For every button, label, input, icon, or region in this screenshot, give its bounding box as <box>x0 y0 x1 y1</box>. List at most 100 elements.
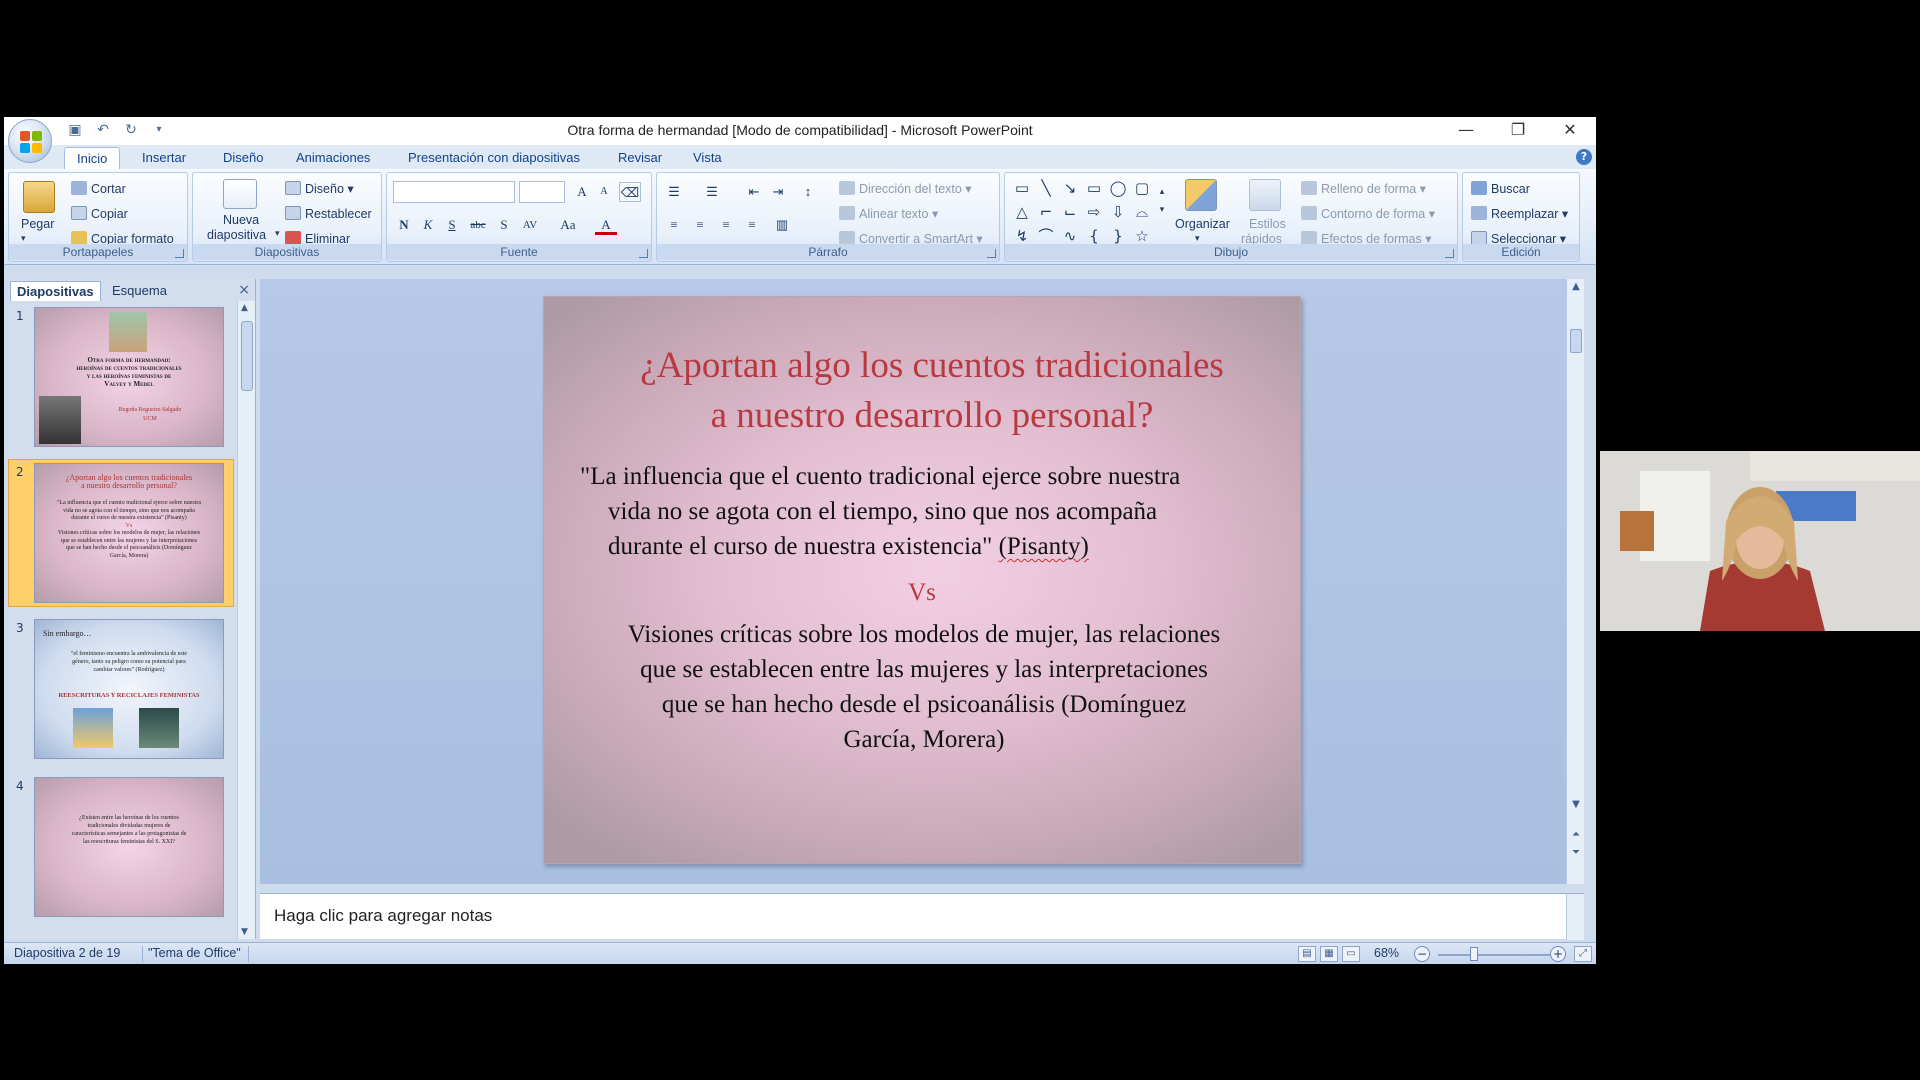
align-right-icon[interactable]: ≡ <box>715 215 737 235</box>
font-color-button[interactable]: A <box>595 215 617 235</box>
cut-button[interactable]: Cortar <box>71 181 126 196</box>
paste-dropdown-icon[interactable]: ▾ <box>21 233 26 244</box>
replace-button[interactable]: Reemplazar ▾ <box>1471 206 1568 221</box>
slide-title[interactable]: ¿Aportan algo los cuentos tradicionales … <box>584 341 1280 441</box>
arrange-dropdown-icon[interactable]: ▾ <box>1195 233 1200 244</box>
quick-styles-label-1[interactable]: Estilos <box>1249 217 1286 231</box>
layout-button[interactable]: Diseño ▾ <box>285 181 354 196</box>
panel-scrollbar[interactable]: ▲ ▼ <box>237 301 255 939</box>
scroll-down-icon[interactable]: ▼ <box>1569 799 1583 810</box>
freeform-shape-icon[interactable]: ⌓ <box>1133 203 1151 221</box>
new-slide-label-2[interactable]: diapositiva <box>207 228 266 242</box>
zoom-level[interactable]: 68% <box>1374 946 1399 960</box>
next-slide-icon[interactable]: ⏷ <box>1569 847 1583 858</box>
notes-scrollbar[interactable] <box>1566 894 1584 940</box>
align-left-icon[interactable]: ≡ <box>663 215 685 235</box>
tab-presentacion[interactable]: Presentación con diapositivas <box>396 147 592 169</box>
panel-close-icon[interactable]: × <box>238 282 250 298</box>
tab-revisar[interactable]: Revisar <box>606 147 674 169</box>
grow-font-button[interactable]: A <box>571 182 593 202</box>
office-button[interactable] <box>8 119 52 163</box>
tab-animaciones[interactable]: Animaciones <box>284 147 382 169</box>
help-icon[interactable]: ? <box>1576 149 1592 165</box>
right-brace-shape-icon[interactable]: } <box>1109 227 1127 245</box>
fuente-launcher-icon[interactable] <box>639 249 648 258</box>
theme-name[interactable]: "Tema de Office" <box>148 946 241 960</box>
new-slide-dropdown-icon[interactable]: ▾ <box>275 228 280 239</box>
line-spacing-icon[interactable]: ↕ <box>797 182 819 202</box>
font-name-field[interactable] <box>393 181 515 203</box>
elbow-shape-icon[interactable]: ⌐ <box>1037 203 1055 221</box>
zoom-out-icon[interactable]: − <box>1414 946 1430 962</box>
columns-icon[interactable]: ▥ <box>771 215 793 235</box>
tab-diseno[interactable]: Diseño <box>211 147 275 169</box>
current-slide[interactable]: ¿Aportan algo los cuentos tradicionales … <box>543 296 1301 864</box>
down-arrow-shape-icon[interactable]: ⇩ <box>1109 203 1127 221</box>
align-text-button[interactable]: Alinear texto ▾ <box>839 206 938 221</box>
thumbnail-row-3[interactable]: 3 Sin embargo… "el feminismo encuentra l… <box>8 615 236 765</box>
thumbnail-row-2[interactable]: 2 ¿Aportan algo los cuentos tradicionale… <box>8 459 236 609</box>
thumbnail-slide-3[interactable]: Sin embargo… "el feminismo encuentra la … <box>34 619 224 759</box>
justify-icon[interactable]: ≡ <box>741 215 763 235</box>
line-shape-icon[interactable]: ╲ <box>1037 179 1055 197</box>
change-case-button[interactable]: Aa <box>557 215 579 235</box>
bullets-icon[interactable]: ☰ <box>663 182 685 202</box>
slide-vs[interactable]: Vs <box>544 579 1300 607</box>
shrink-font-button[interactable]: A <box>593 182 615 202</box>
reset-button[interactable]: Restablecer <box>285 206 372 221</box>
oval-shape-icon[interactable]: ◯ <box>1109 179 1127 197</box>
minimize-button[interactable]: — <box>1440 117 1492 145</box>
dibujo-launcher-icon[interactable] <box>1445 249 1454 258</box>
italic-button[interactable]: K <box>417 215 439 235</box>
right-arrow-shape-icon[interactable]: ⇨ <box>1085 203 1103 221</box>
parrafo-launcher-icon[interactable] <box>987 249 996 258</box>
slide-scrollbar[interactable]: ▲ ▼ ⏶ ⏷ <box>1566 279 1584 884</box>
rectangle-shape-icon[interactable]: ▭ <box>1085 179 1103 197</box>
slide-critic-text[interactable]: Visiones críticas sobre los modelos de m… <box>584 617 1264 757</box>
decrease-indent-icon[interactable]: ⇤ <box>743 182 765 202</box>
panel-scroll-thumb[interactable] <box>241 321 253 391</box>
spacing-button[interactable]: AV <box>519 215 541 235</box>
maximize-button[interactable]: ❐ <box>1492 117 1544 145</box>
tab-insertar[interactable]: Insertar <box>130 147 198 169</box>
copy-button[interactable]: Copiar <box>71 206 128 221</box>
textbox-shape-icon[interactable]: ▭ <box>1013 179 1031 197</box>
arrange-button[interactable]: Organizar <box>1175 217 1230 231</box>
scroll-up-icon[interactable]: ▲ <box>241 303 248 313</box>
numbering-icon[interactable]: ☰ <box>701 182 723 202</box>
curve-arrow-shape-icon[interactable]: ↯ <box>1013 227 1031 245</box>
slide-quote[interactable]: "La influencia que el cuento tradicional… <box>580 459 1260 564</box>
fit-window-icon[interactable]: ⤢ <box>1574 946 1592 962</box>
shadow-button[interactable]: S <box>493 215 515 235</box>
scroll-down-icon[interactable]: ▼ <box>241 927 248 937</box>
underline-button[interactable]: S <box>441 215 463 235</box>
triangle-shape-icon[interactable]: △ <box>1013 203 1031 221</box>
slideshow-icon[interactable]: ▭ <box>1342 946 1360 962</box>
thumbnail-slide-1[interactable]: Otra forma de hermandad: heroínas de cue… <box>34 307 224 447</box>
portapapeles-launcher-icon[interactable] <box>175 249 184 258</box>
tab-vista[interactable]: Vista <box>681 147 734 169</box>
previous-slide-icon[interactable]: ⏶ <box>1569 829 1583 840</box>
scroll-up-icon[interactable]: ▲ <box>1569 281 1583 292</box>
new-slide-label-1[interactable]: Nueva <box>223 213 259 227</box>
increase-indent-icon[interactable]: ⇥ <box>767 182 789 202</box>
align-center-icon[interactable]: ≡ <box>689 215 711 235</box>
star-shape-icon[interactable]: ☆ <box>1133 227 1151 245</box>
zoom-in-icon[interactable]: + <box>1550 946 1566 962</box>
shapes-more-icon[interactable]: ▴ ▾ <box>1153 183 1171 215</box>
rounded-rect-shape-icon[interactable]: ▢ <box>1133 179 1151 197</box>
slide-scroll-thumb[interactable] <box>1570 329 1582 353</box>
text-direction-button[interactable]: Dirección del texto ▾ <box>839 181 972 196</box>
clear-format-icon[interactable]: ⌫ <box>619 182 641 202</box>
slide-sorter-icon[interactable]: ▦ <box>1320 946 1338 962</box>
left-brace-shape-icon[interactable]: { <box>1085 227 1103 245</box>
thumbnail-row-1[interactable]: 1 Otra forma de hermandad: heroínas de c… <box>8 303 236 453</box>
thumbnail-slide-4[interactable]: ¿Existen entre las heroínas de los cuent… <box>34 777 224 917</box>
tab-inicio[interactable]: Inicio <box>64 147 121 169</box>
notes-placeholder[interactable]: Haga clic para agregar notas <box>274 906 492 926</box>
bold-button[interactable]: N <box>393 215 415 235</box>
corner-shape-icon[interactable]: ⌙ <box>1061 203 1079 221</box>
shape-fill-button[interactable]: Relleno de forma ▾ <box>1301 181 1426 196</box>
thumbnail-slide-2[interactable]: ¿Aportan algo los cuentos tradicionales … <box>34 463 224 603</box>
strikethrough-button[interactable]: abc <box>467 215 489 235</box>
